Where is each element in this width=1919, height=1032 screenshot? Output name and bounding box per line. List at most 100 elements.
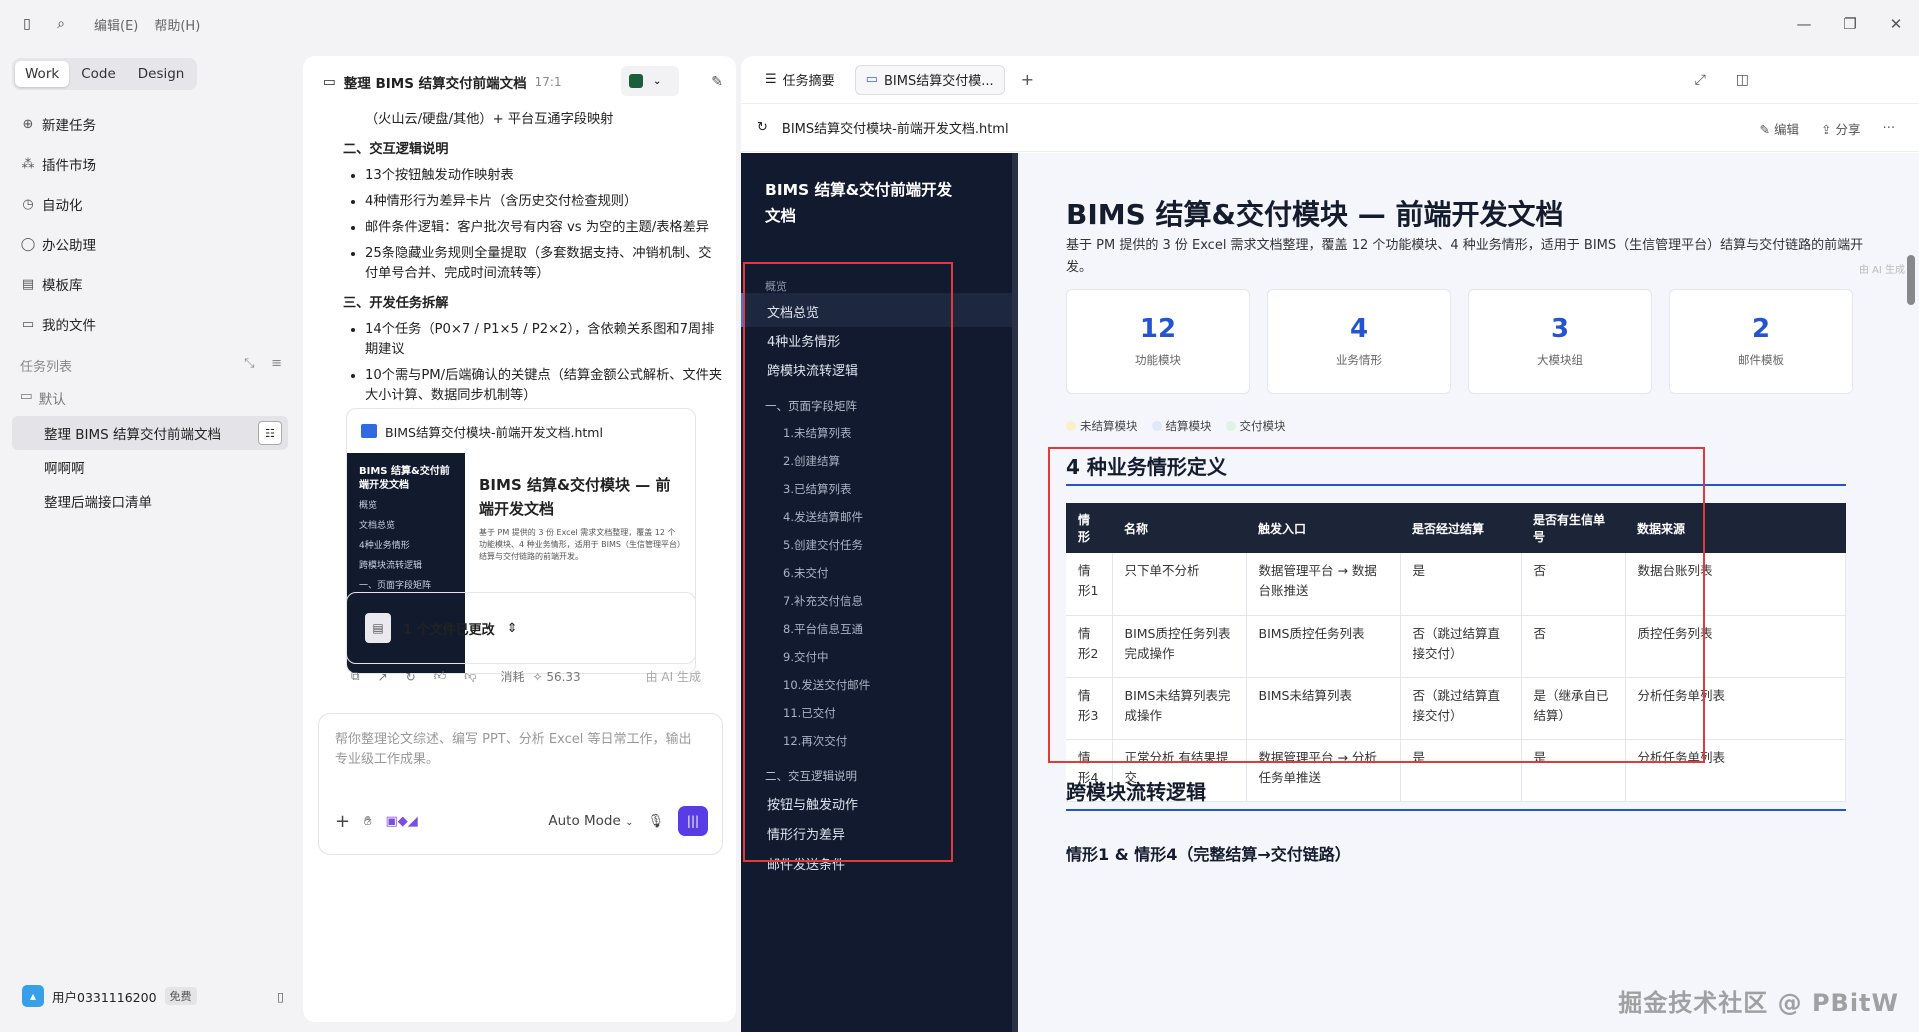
menu-help[interactable]: 帮助(H) bbox=[154, 15, 200, 34]
model-selector[interactable]: ⌄ bbox=[621, 66, 679, 96]
task-item[interactable]: 啊啊啊 bbox=[12, 450, 288, 484]
thumb-item: 一、页面字段矩阵 bbox=[359, 581, 432, 591]
mode-code[interactable]: Code bbox=[71, 61, 126, 87]
add-icon[interactable]: + bbox=[335, 811, 350, 832]
legend-item: 未结算模块 bbox=[1066, 418, 1138, 434]
avatar: ▴ bbox=[22, 985, 44, 1007]
collapse-icon[interactable]: ⤡ bbox=[244, 356, 254, 371]
filter-icon[interactable]: ≡ bbox=[271, 356, 282, 371]
share-icon[interactable]: ↗ bbox=[378, 670, 388, 684]
legend-item: 结算模块 bbox=[1151, 418, 1212, 434]
address-actions: ✎ 编辑 ⇪ 分享 ⋯ bbox=[1760, 119, 1895, 138]
preview-panel: ☰ 任务摘要 ▭ BIMS结算交付模... + ⤢ ◫ ↻ BIMS结算交付模块-前… bbox=[741, 56, 1919, 1032]
tab-html-file[interactable]: ▭ BIMS结算交付模... bbox=[854, 64, 1005, 95]
plus-circle-icon: ⊕ bbox=[22, 116, 34, 132]
browser-icon: ▭ bbox=[865, 72, 878, 87]
tab-label: BIMS结算交付模... bbox=[883, 74, 994, 89]
user-name: 用户0331116200 bbox=[52, 989, 157, 1005]
message-actions: ⧉ ↗ ↻ 👍︎ 👎︎ 消耗 ✧ 56.33 由 AI 生成 bbox=[351, 668, 701, 685]
document-view: BIMS 结算&交付前端开发文档 概览 文档总览 4种业务情形 跨模块流转逻辑 … bbox=[741, 153, 1919, 1032]
list-item: （火山云/硬盘/其他）+ 平台互通字段映射 bbox=[365, 112, 614, 127]
edit-button[interactable]: ✎ 编辑 bbox=[1760, 119, 1799, 138]
search-icon[interactable]: ⌕ bbox=[52, 15, 70, 33]
nav-template-library[interactable]: ▤ 模板库 bbox=[20, 264, 290, 304]
fullscreen-icon[interactable]: ⤢ bbox=[1695, 72, 1706, 88]
close-icon[interactable]: ✕ bbox=[1873, 0, 1919, 48]
mode-design[interactable]: Design bbox=[128, 61, 195, 87]
nav-new-task[interactable]: ⊕ 新建任务 bbox=[20, 104, 290, 144]
nav-plugin-market[interactable]: ⁂ 插件市场 bbox=[20, 144, 290, 184]
user-profile[interactable]: ▴ 用户0331116200 免费 ▯ bbox=[22, 985, 284, 1007]
stat-card: 3 大模块组 bbox=[1468, 289, 1652, 394]
maximize-icon[interactable]: ❐ bbox=[1827, 0, 1873, 48]
file-name: BIMS结算交付模块-前端开发文档.html bbox=[385, 424, 603, 440]
watermark: 掘金技术社区 @ PBitW bbox=[1618, 989, 1899, 1017]
minimize-icon[interactable]: — bbox=[1781, 0, 1827, 48]
nav-label: 我的文件 bbox=[42, 318, 96, 334]
doc-title: BIMS 结算&交付模块 — 前端开发文档 bbox=[1066, 198, 1564, 231]
task-list-icon[interactable]: ☷ bbox=[258, 421, 282, 445]
task-list-header: 任务列表 ⤡ ≡ bbox=[20, 356, 282, 375]
nav-office-assistant[interactable]: ◯ 办公助理 bbox=[20, 224, 290, 264]
folder-icon: ▭ bbox=[20, 388, 33, 404]
copy-icon[interactable]: ⧉ bbox=[351, 669, 360, 684]
retry-icon[interactable]: ↻ bbox=[406, 670, 416, 684]
stat-card: 4 业务情形 bbox=[1267, 289, 1451, 394]
nav-automation[interactable]: ◷ 自动化 bbox=[20, 184, 290, 224]
edit-label: 编辑 bbox=[1774, 122, 1800, 137]
tab-summary[interactable]: ☰ 任务摘要 bbox=[755, 65, 845, 95]
media-tools-icon[interactable]: ▣◆◢ bbox=[386, 814, 418, 829]
menu-edit[interactable]: 编辑(E) bbox=[94, 15, 138, 34]
stat-card: 2 邮件模板 bbox=[1669, 289, 1853, 394]
chat-icon: ◯ bbox=[20, 236, 36, 252]
plan-badge: 免费 bbox=[164, 987, 197, 1005]
folder-default[interactable]: ▭ 默认 bbox=[20, 388, 66, 408]
doc-intro: 基于 PM 提供的 3 份 Excel 需求文档整理，覆盖 12 个功能模块、4… bbox=[1066, 238, 1864, 275]
section-heading: 二、交互逻辑说明 bbox=[343, 142, 449, 157]
more-icon[interactable]: ⋯ bbox=[1883, 119, 1896, 138]
task-item[interactable]: 整理后端接口清单 bbox=[12, 484, 288, 518]
nav-list: ⊕ 新建任务 ⁂ 插件市场 ◷ 自动化 ◯ 办公助理 ▤ 模板库 ▭ 我的文件 bbox=[20, 104, 290, 344]
legend-dot bbox=[1066, 421, 1076, 431]
list-item: 14个任务（P0×7 / P1×5 / P2×2），含依赖关系图和7周排期建议 bbox=[365, 320, 723, 360]
split-view-icon[interactable]: ◫ bbox=[1736, 72, 1749, 88]
nav-my-files[interactable]: ▭ 我的文件 bbox=[20, 304, 290, 344]
voice-send-button[interactable]: ||| bbox=[678, 806, 708, 836]
files-changed[interactable]: ▤ 1 个文件已更改 ⇕ bbox=[346, 592, 696, 664]
refresh-icon[interactable]: ↻ bbox=[757, 120, 768, 135]
document-icon: ▤ bbox=[365, 613, 391, 643]
hand-icon[interactable]: ✋︎ bbox=[364, 814, 371, 829]
task-list: 整理 BIMS 结算交付前端文档 ☷ 啊啊啊 整理后端接口清单 bbox=[12, 416, 288, 518]
share-button[interactable]: ⇪ 分享 bbox=[1821, 119, 1860, 138]
file-icon: ▭ bbox=[21, 316, 35, 332]
thumbs-down-icon[interactable]: 👎︎ bbox=[464, 669, 476, 684]
chat-input[interactable]: 帮你整理论文综述、编写 PPT、分析 Excel 等日常工作，输出专业级工作成果… bbox=[318, 713, 723, 855]
new-chat-icon[interactable]: ✎ bbox=[711, 74, 723, 90]
mode-work[interactable]: Work bbox=[15, 61, 70, 87]
nav-label: 新建任务 bbox=[42, 118, 96, 134]
legend-label: 交付模块 bbox=[1239, 419, 1286, 433]
thumbs-up-icon[interactable]: 👍︎ bbox=[434, 669, 447, 684]
mode-select[interactable]: Auto Mode ⌄ bbox=[548, 813, 633, 829]
window-controls: — ❐ ✕ bbox=[1781, 0, 1919, 48]
sidebar-toggle-icon[interactable]: ▯ bbox=[18, 15, 36, 33]
add-tab-icon[interactable]: + bbox=[1021, 70, 1034, 89]
template-icon: ▤ bbox=[21, 276, 35, 292]
scrollbar-thumb[interactable] bbox=[1907, 255, 1915, 305]
cost-value: ✧ 56.33 bbox=[532, 669, 581, 684]
chat-message: （火山云/硬盘/其他）+ 平台互通字段映射 二、交互逻辑说明 13个按钮触发动作… bbox=[333, 110, 723, 412]
mode-label: Auto Mode bbox=[548, 813, 621, 829]
task-label: 整理 BIMS 结算交付前端文档 bbox=[44, 427, 222, 443]
mic-icon[interactable]: 🎙︎ bbox=[647, 814, 664, 829]
chat-panel: ▭ 整理 BIMS 结算交付前端文档 17:1 ⌄ ✎ （火山云/硬盘/其他）+… bbox=[303, 56, 736, 1022]
file-card-header: BIMS结算交付模块-前端开发文档.html bbox=[347, 409, 695, 453]
task-item[interactable]: 整理 BIMS 结算交付前端文档 ☷ bbox=[12, 416, 288, 450]
stat-number: 3 bbox=[1550, 314, 1570, 344]
share-icon: ⇪ bbox=[1821, 122, 1832, 137]
subsection-heading: 情形1 & 情形4（完整结算→交付链路） bbox=[1066, 845, 1351, 864]
stats-row: 12 功能模块 4 业务情形 3 大模块组 2 邮件模板 bbox=[1066, 289, 1866, 394]
device-icon[interactable]: ▯ bbox=[277, 989, 284, 1004]
list-item: 10个需与PM/后端确认的关键点（结算金额公式解析、文件夹大小计算、数据同步机制… bbox=[365, 366, 723, 406]
legend-item: 交付模块 bbox=[1225, 418, 1286, 434]
chevron-down-icon: ⌄ bbox=[653, 75, 662, 87]
